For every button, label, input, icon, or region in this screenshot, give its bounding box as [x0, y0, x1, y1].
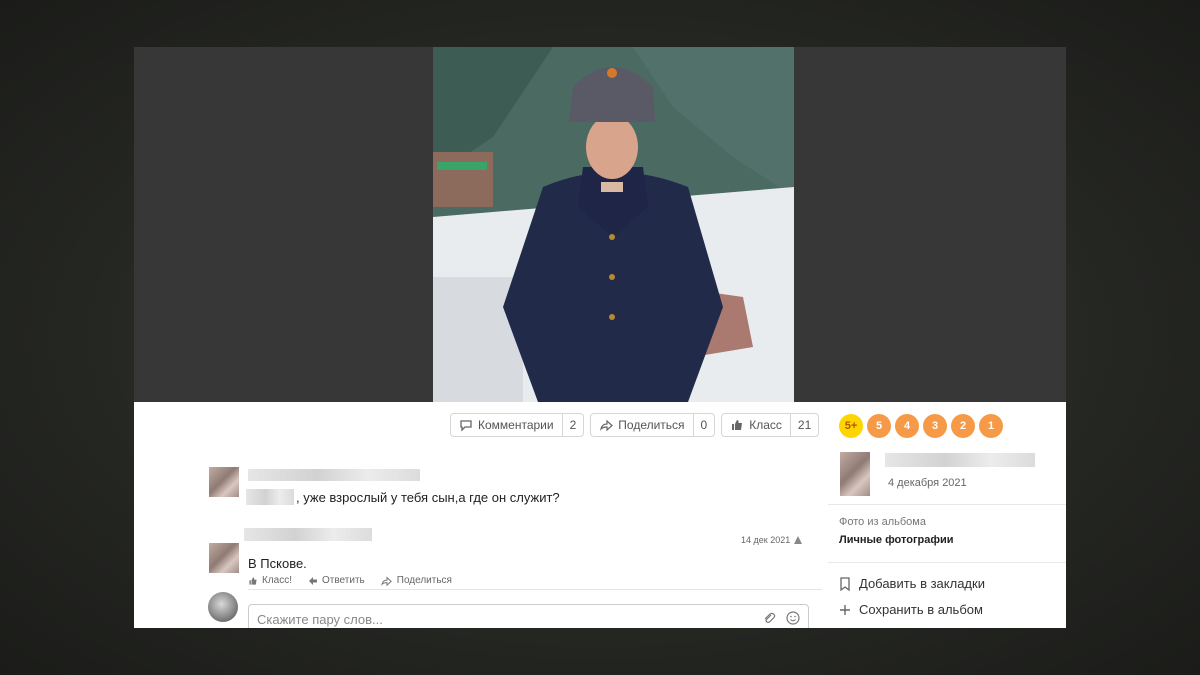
- rating-buttons: 5+ 5 4 3 2 1: [839, 414, 1003, 438]
- comment-avatar[interactable]: [209, 543, 239, 573]
- photo-illustration: [433, 47, 794, 402]
- divider: [828, 504, 1066, 505]
- share-button[interactable]: Поделиться 0: [590, 413, 716, 437]
- comment-meta: 14 дек 2021: [741, 535, 803, 545]
- comment-input[interactable]: Скажите пару слов...: [248, 604, 809, 628]
- blurred-author-name[interactable]: [885, 453, 1035, 467]
- comment-like-button[interactable]: Класс!: [248, 575, 292, 586]
- photo-viewer: Комментарии 2 Поделиться 0 Класс 21 5+ 5…: [134, 47, 1066, 628]
- save-to-album-label: Сохранить в альбом: [859, 602, 983, 617]
- photo-actions: Комментарии 2 Поделиться 0 Класс 21: [450, 413, 820, 437]
- emoji-icon[interactable]: [786, 611, 800, 625]
- rating-5[interactable]: 5: [867, 414, 891, 438]
- photo[interactable]: [433, 47, 794, 402]
- attach-icon[interactable]: [762, 611, 776, 625]
- add-bookmark-label: Добавить в закладки: [859, 576, 985, 591]
- comment-share-button[interactable]: Поделиться: [380, 575, 452, 586]
- bookmark-icon: [840, 576, 850, 591]
- comments-button[interactable]: Комментарии 2: [450, 413, 585, 437]
- album-label: Фото из альбома: [839, 516, 926, 528]
- save-to-album-button[interactable]: Сохранить в альбом: [839, 602, 983, 617]
- plus-icon: [840, 604, 850, 615]
- share-count: 0: [692, 414, 715, 436]
- like-button[interactable]: Класс 21: [721, 413, 820, 437]
- rating-1[interactable]: 1: [979, 414, 1003, 438]
- blurred-author-name: [244, 528, 372, 541]
- rating-2[interactable]: 2: [951, 414, 975, 438]
- blurred-mention: [246, 489, 294, 505]
- comments-count: 2: [561, 414, 584, 436]
- add-bookmark-button[interactable]: Добавить в закладки: [839, 576, 985, 591]
- warning-icon[interactable]: [794, 536, 803, 544]
- comments-button-label-wrap: Комментарии: [451, 414, 562, 436]
- divider: [828, 562, 1066, 563]
- reply-icon: [309, 576, 317, 585]
- share-label: Поделиться: [618, 418, 685, 432]
- photo-date: 4 декабря 2021: [888, 477, 967, 489]
- input-icons: [762, 611, 800, 625]
- rating-5plus[interactable]: 5+: [839, 414, 863, 438]
- like-button-label-wrap: Класс: [722, 414, 790, 436]
- divider: [248, 589, 822, 590]
- comment-icon: [460, 420, 472, 432]
- like-count: 21: [789, 414, 818, 436]
- comment-share-label: Поделиться: [396, 575, 452, 586]
- author-avatar[interactable]: [840, 452, 870, 496]
- comment-date: 14 дек 2021: [741, 535, 791, 545]
- comment-avatar[interactable]: [209, 467, 239, 497]
- rating-4[interactable]: 4: [895, 414, 919, 438]
- thumbs-up-icon: [732, 420, 743, 430]
- share-button-label-wrap: Поделиться: [591, 414, 692, 436]
- reply-button[interactable]: Ответить: [308, 575, 365, 586]
- like-label: Класс: [749, 418, 782, 432]
- comment-text: В Пскове.: [248, 556, 307, 571]
- current-user-avatar[interactable]: [208, 592, 238, 622]
- comment-like-label: Класс!: [262, 575, 292, 586]
- share-icon: [600, 419, 614, 432]
- comment-text: , уже взрослый у тебя сын,а где он служи…: [296, 490, 560, 505]
- album-link[interactable]: Личные фотографии: [839, 534, 954, 546]
- comment-actions: Класс! Ответить Поделиться: [248, 575, 452, 586]
- blurred-author-name: [248, 469, 420, 481]
- thumbs-up-icon: [249, 576, 257, 585]
- reply-label: Ответить: [322, 575, 365, 586]
- comment-input-placeholder: Скажите пару слов...: [257, 612, 383, 627]
- comments-label: Комментарии: [478, 418, 554, 432]
- photo-area: [134, 47, 1066, 402]
- share-icon: [380, 576, 392, 586]
- rating-3[interactable]: 3: [923, 414, 947, 438]
